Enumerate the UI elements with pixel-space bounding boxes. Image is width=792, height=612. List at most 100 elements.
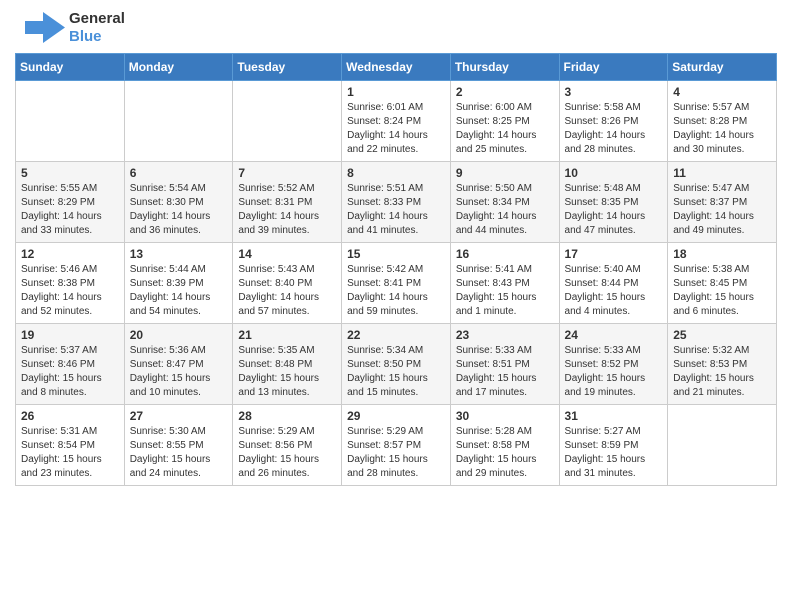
day-cell: 5Sunrise: 5:55 AM Sunset: 8:29 PM Daylig… <box>16 162 125 243</box>
week-row-4: 19 Sunrise: 5:37 AM Sunset: 8:46 PM Dayli… <box>16 324 777 405</box>
day-number: 20 <box>130 328 228 342</box>
day-number: 25 <box>673 328 771 342</box>
day-cell: 9 Sunrise: 5:50 AM Sunset: 8:34 PM Daylig… <box>450 162 559 243</box>
day-number: 2 <box>456 85 554 99</box>
day-cell: 29 Sunrise: 5:29 AM Sunset: 8:57 PM Dayli… <box>342 405 451 486</box>
day-cell <box>16 81 125 162</box>
logo: GeneralBlue <box>15 10 125 45</box>
day-info: Sunrise: 5:58 AM Sunset: 8:26 PM Dayligh… <box>565 101 663 157</box>
day-cell: 18 Sunrise: 5:38 AM Sunset: 8:45 PM Dayli… <box>668 243 777 324</box>
day-cell: 4Sunrise: 5:57 AM Sunset: 8:28 PM Daylig… <box>668 81 777 162</box>
header-cell-friday: Friday <box>559 54 668 81</box>
day-info: Sunrise: 5:51 AM Sunset: 8:33 PM Dayligh… <box>347 182 445 238</box>
main-container: GeneralBlue SundayMondayTuesdayWednesday… <box>0 0 792 501</box>
week-row-5: 26Sunrise: 5:31 AM Sunset: 8:54 PM Dayli… <box>16 405 777 486</box>
day-info: Sunrise: 5:48 AM Sunset: 8:35 PM Dayligh… <box>565 182 663 238</box>
day-info: Sunrise: 5:47 AM Sunset: 8:37 PM Dayligh… <box>673 182 771 238</box>
day-number: 22 <box>347 328 445 342</box>
day-info: Sunrise: 5:38 AM Sunset: 8:45 PM Dayligh… <box>673 263 771 319</box>
header-cell-tuesday: Tuesday <box>233 54 342 81</box>
day-cell: 10 Sunrise: 5:48 AM Sunset: 8:35 PM Dayli… <box>559 162 668 243</box>
day-info: Sunrise: 5:29 AM Sunset: 8:57 PM Dayligh… <box>347 425 445 481</box>
day-info: Sunrise: 5:42 AM Sunset: 8:41 PM Dayligh… <box>347 263 445 319</box>
day-number: 26 <box>21 409 119 423</box>
day-cell: 2 Sunrise: 6:00 AM Sunset: 8:25 PM Daylig… <box>450 81 559 162</box>
header-cell-saturday: Saturday <box>668 54 777 81</box>
day-cell <box>668 405 777 486</box>
day-cell: 8 Sunrise: 5:51 AM Sunset: 8:33 PM Daylig… <box>342 162 451 243</box>
day-number: 17 <box>565 247 663 261</box>
day-info: Sunrise: 5:35 AM Sunset: 8:48 PM Dayligh… <box>238 344 336 400</box>
day-info: Sunrise: 6:01 AM Sunset: 8:24 PM Dayligh… <box>347 101 445 157</box>
day-number: 9 <box>456 166 554 180</box>
day-cell: 17 Sunrise: 5:40 AM Sunset: 8:44 PM Dayli… <box>559 243 668 324</box>
day-cell: 11 Sunrise: 5:47 AM Sunset: 8:37 PM Dayli… <box>668 162 777 243</box>
day-number: 12 <box>21 247 119 261</box>
day-info: Sunrise: 5:37 AM Sunset: 8:46 PM Dayligh… <box>21 344 119 400</box>
day-cell: 7 Sunrise: 5:52 AM Sunset: 8:31 PM Daylig… <box>233 162 342 243</box>
day-info: Sunrise: 5:43 AM Sunset: 8:40 PM Dayligh… <box>238 263 336 319</box>
day-number: 10 <box>565 166 663 180</box>
day-number: 29 <box>347 409 445 423</box>
day-info: Sunrise: 5:32 AM Sunset: 8:53 PM Dayligh… <box>673 344 771 400</box>
day-info: Sunrise: 5:29 AM Sunset: 8:56 PM Dayligh… <box>238 425 336 481</box>
day-info: Sunrise: 5:33 AM Sunset: 8:52 PM Dayligh… <box>565 344 663 400</box>
day-number: 15 <box>347 247 445 261</box>
day-cell: 3 Sunrise: 5:58 AM Sunset: 8:26 PM Daylig… <box>559 81 668 162</box>
header-cell-thursday: Thursday <box>450 54 559 81</box>
day-number: 14 <box>238 247 336 261</box>
day-number: 27 <box>130 409 228 423</box>
day-cell: 22 Sunrise: 5:34 AM Sunset: 8:50 PM Dayli… <box>342 324 451 405</box>
day-number: 1 <box>347 85 445 99</box>
day-info: Sunrise: 5:44 AM Sunset: 8:39 PM Dayligh… <box>130 263 228 319</box>
day-number: 19 <box>21 328 119 342</box>
day-number: 3 <box>565 85 663 99</box>
logo-svg <box>15 10 65 45</box>
day-cell: 31Sunrise: 5:27 AM Sunset: 8:59 PM Dayli… <box>559 405 668 486</box>
day-cell: 1 Sunrise: 6:01 AM Sunset: 8:24 PM Daylig… <box>342 81 451 162</box>
day-number: 8 <box>347 166 445 180</box>
day-info: Sunrise: 5:54 AM Sunset: 8:30 PM Dayligh… <box>130 182 228 238</box>
day-info: Sunrise: 5:41 AM Sunset: 8:43 PM Dayligh… <box>456 263 554 319</box>
header-cell-sunday: Sunday <box>16 54 125 81</box>
day-cell: 26Sunrise: 5:31 AM Sunset: 8:54 PM Dayli… <box>16 405 125 486</box>
calendar-table: SundayMondayTuesdayWednesdayThursdayFrid… <box>15 53 777 486</box>
day-info: Sunrise: 5:55 AM Sunset: 8:29 PM Dayligh… <box>21 182 119 238</box>
day-info: Sunrise: 5:50 AM Sunset: 8:34 PM Dayligh… <box>456 182 554 238</box>
day-info: Sunrise: 5:27 AM Sunset: 8:59 PM Dayligh… <box>565 425 663 481</box>
header-cell-monday: Monday <box>124 54 233 81</box>
week-row-2: 5Sunrise: 5:55 AM Sunset: 8:29 PM Daylig… <box>16 162 777 243</box>
day-cell: 6 Sunrise: 5:54 AM Sunset: 8:30 PM Daylig… <box>124 162 233 243</box>
day-cell: 14 Sunrise: 5:43 AM Sunset: 8:40 PM Dayli… <box>233 243 342 324</box>
day-cell: 20 Sunrise: 5:36 AM Sunset: 8:47 PM Dayli… <box>124 324 233 405</box>
day-info: Sunrise: 5:36 AM Sunset: 8:47 PM Dayligh… <box>130 344 228 400</box>
day-cell: 25 Sunrise: 5:32 AM Sunset: 8:53 PM Dayli… <box>668 324 777 405</box>
day-number: 6 <box>130 166 228 180</box>
day-info: Sunrise: 5:40 AM Sunset: 8:44 PM Dayligh… <box>565 263 663 319</box>
day-cell: 23Sunrise: 5:33 AM Sunset: 8:51 PM Dayli… <box>450 324 559 405</box>
day-info: Sunrise: 6:00 AM Sunset: 8:25 PM Dayligh… <box>456 101 554 157</box>
week-row-3: 12 Sunrise: 5:46 AM Sunset: 8:38 PM Dayli… <box>16 243 777 324</box>
day-cell: 27 Sunrise: 5:30 AM Sunset: 8:55 PM Dayli… <box>124 405 233 486</box>
day-info: Sunrise: 5:52 AM Sunset: 8:31 PM Dayligh… <box>238 182 336 238</box>
day-cell <box>233 81 342 162</box>
day-number: 18 <box>673 247 771 261</box>
day-info: Sunrise: 5:30 AM Sunset: 8:55 PM Dayligh… <box>130 425 228 481</box>
day-cell: 28 Sunrise: 5:29 AM Sunset: 8:56 PM Dayli… <box>233 405 342 486</box>
day-number: 28 <box>238 409 336 423</box>
day-cell <box>124 81 233 162</box>
day-info: Sunrise: 5:33 AM Sunset: 8:51 PM Dayligh… <box>456 344 554 400</box>
day-number: 16 <box>456 247 554 261</box>
day-cell: 13Sunrise: 5:44 AM Sunset: 8:39 PM Dayli… <box>124 243 233 324</box>
day-number: 11 <box>673 166 771 180</box>
day-cell: 24Sunrise: 5:33 AM Sunset: 8:52 PM Dayli… <box>559 324 668 405</box>
day-number: 7 <box>238 166 336 180</box>
day-info: Sunrise: 5:46 AM Sunset: 8:38 PM Dayligh… <box>21 263 119 319</box>
header-cell-wednesday: Wednesday <box>342 54 451 81</box>
day-info: Sunrise: 5:34 AM Sunset: 8:50 PM Dayligh… <box>347 344 445 400</box>
day-cell: 19 Sunrise: 5:37 AM Sunset: 8:46 PM Dayli… <box>16 324 125 405</box>
day-cell: 16 Sunrise: 5:41 AM Sunset: 8:43 PM Dayli… <box>450 243 559 324</box>
header-row: SundayMondayTuesdayWednesdayThursdayFrid… <box>16 54 777 81</box>
day-number: 21 <box>238 328 336 342</box>
day-cell: 15 Sunrise: 5:42 AM Sunset: 8:41 PM Dayli… <box>342 243 451 324</box>
